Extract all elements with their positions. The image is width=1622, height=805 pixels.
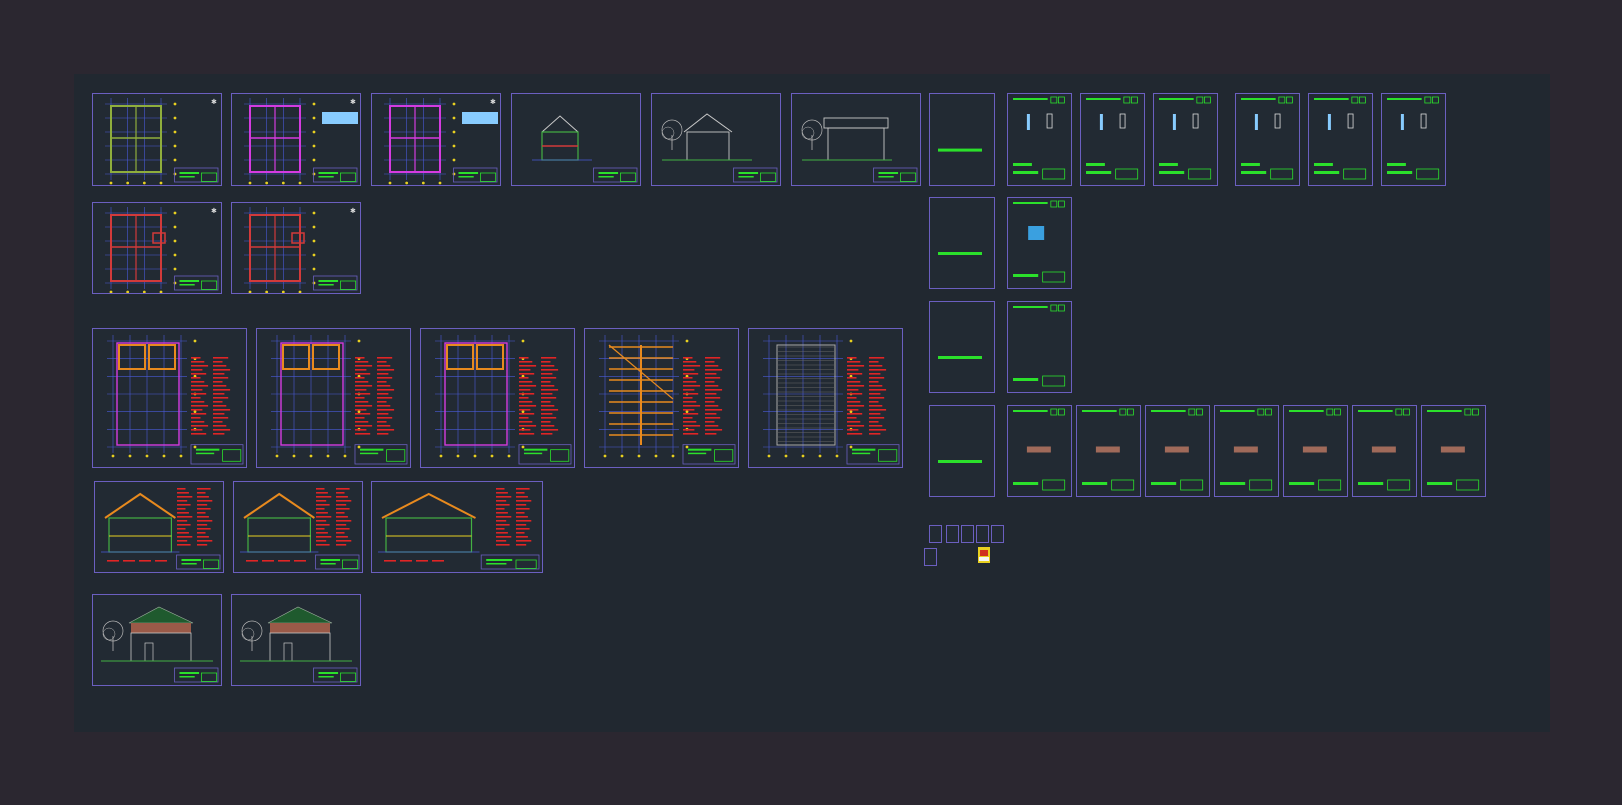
sheet-drawing — [435, 335, 572, 465]
sheet-drawing — [1358, 408, 1411, 491]
logo-stamp-icon — [978, 547, 990, 563]
sheet-drawing — [1086, 96, 1139, 180]
sheet-drawing — [661, 113, 778, 183]
sheet-drawing — [1289, 408, 1342, 491]
svg-text:✱: ✱ — [350, 207, 356, 215]
layout-sheet-structural-1[interactable] — [92, 328, 247, 468]
sheet-drawing — [801, 117, 918, 183]
layout-sheet-section-1[interactable] — [94, 481, 224, 573]
sheet-drawing — [938, 252, 982, 255]
sheet-drawing — [1314, 96, 1367, 180]
layout-sheet-floor-plan-1[interactable]: ✱ — [92, 93, 222, 186]
layout-sheet-detail-6[interactable] — [1381, 93, 1446, 186]
sheet-drawing — [107, 335, 244, 465]
layout-sheet-detail-1[interactable] — [1007, 93, 1072, 186]
sheet-drawing — [1241, 96, 1294, 180]
layout-sheet-mini-5[interactable] — [991, 525, 1004, 543]
layout-sheet-blank-2[interactable] — [929, 197, 995, 289]
sheet-drawing — [1013, 200, 1066, 283]
layout-sheet-rear-elevation[interactable] — [231, 594, 361, 686]
sheet-drawing — [101, 488, 221, 570]
layout-sheet-detail-12[interactable] — [1214, 405, 1279, 497]
sheet-drawing: ✱ — [244, 98, 358, 185]
sheet-drawing — [240, 606, 358, 683]
sheet-drawing — [1151, 408, 1204, 491]
layout-sheet-section-2[interactable] — [233, 481, 363, 573]
layout-sheet-elevation-1[interactable] — [651, 93, 781, 186]
svg-text:✱: ✱ — [350, 98, 356, 106]
sheet-drawing — [1427, 408, 1480, 491]
sheet-drawing — [599, 335, 736, 465]
svg-text:✱: ✱ — [490, 98, 496, 106]
layout-sheet-blank-3[interactable] — [929, 301, 995, 393]
layout-sheet-structural-2[interactable] — [256, 328, 411, 468]
layout-sheet-wall-plan-2[interactable]: ✱ — [231, 202, 361, 294]
layout-sheet-structural-3[interactable] — [420, 328, 575, 468]
sheet-drawing — [1159, 96, 1212, 180]
layout-sheet-section-3[interactable] — [371, 481, 543, 573]
svg-text:✱: ✱ — [211, 207, 217, 215]
layout-sheet-detail-10[interactable] — [1076, 405, 1141, 497]
layout-sheet-detail-14[interactable] — [1352, 405, 1417, 497]
layout-sheet-roof-framing[interactable] — [584, 328, 739, 468]
layout-sheet-detail-3[interactable] — [1153, 93, 1218, 186]
layout-sheet-floor-plan-3[interactable]: ✱ — [371, 93, 501, 186]
layout-sheet-wall-plan-1[interactable]: ✱ — [92, 202, 222, 294]
sheet-drawing: ✱ — [244, 207, 358, 293]
layout-sheet-detail-11[interactable] — [1145, 405, 1210, 497]
sheet-drawing — [1082, 408, 1135, 491]
sheet-drawing — [1387, 96, 1440, 180]
layout-sheet-mini-2[interactable] — [946, 525, 959, 543]
layout-sheet-mini-4[interactable] — [976, 525, 989, 543]
sheet-drawing — [101, 606, 219, 683]
layout-sheet-roof-plan[interactable] — [748, 328, 903, 468]
sheet-drawing — [763, 335, 900, 465]
layout-sheet-elevation-2[interactable] — [791, 93, 921, 186]
layout-sheet-blank-1[interactable] — [929, 93, 995, 186]
sheet-drawing — [1013, 96, 1066, 180]
layout-sheet-section-small[interactable] — [511, 93, 641, 186]
sheet-drawing — [938, 460, 982, 463]
layout-sheet-detail-15[interactable] — [1421, 405, 1486, 497]
layout-sheet-blank-4[interactable] — [929, 405, 995, 497]
drawing-canvas[interactable]: ✱ ✱ ✱ ✱ ✱ — [74, 74, 1550, 732]
layout-sheet-front-elevation[interactable] — [92, 594, 222, 686]
sheet-drawing — [1220, 408, 1273, 491]
layout-sheet-floor-plan-2[interactable]: ✱ — [231, 93, 361, 186]
sheet-drawing: ✱ — [105, 207, 219, 293]
layout-sheet-detail-5[interactable] — [1308, 93, 1373, 186]
layout-sheet-detail-8[interactable] — [1007, 301, 1072, 393]
layout-sheet-detail-13[interactable] — [1283, 405, 1348, 497]
layout-sheet-mini-3[interactable] — [961, 525, 974, 543]
layout-sheet-detail-9[interactable] — [1007, 405, 1072, 497]
layout-sheet-detail-4[interactable] — [1235, 93, 1300, 186]
layout-sheet-mini-6[interactable] — [924, 548, 937, 566]
sheet-drawing — [938, 148, 982, 152]
sheet-drawing: ✱ — [105, 98, 219, 185]
sheet-drawing — [240, 488, 360, 570]
layout-sheet-detail-7[interactable] — [1007, 197, 1072, 289]
sheet-drawing — [1013, 304, 1066, 387]
sheet-drawing — [378, 488, 540, 570]
sheet-drawing — [271, 335, 408, 465]
sheet-drawing: ✱ — [384, 98, 498, 185]
sheet-drawing — [532, 115, 638, 183]
layout-sheet-detail-2[interactable] — [1080, 93, 1145, 186]
layout-sheet-mini-1[interactable] — [929, 525, 942, 543]
sheet-drawing — [938, 356, 982, 359]
sheet-drawing — [1013, 408, 1066, 491]
svg-text:✱: ✱ — [211, 98, 217, 106]
